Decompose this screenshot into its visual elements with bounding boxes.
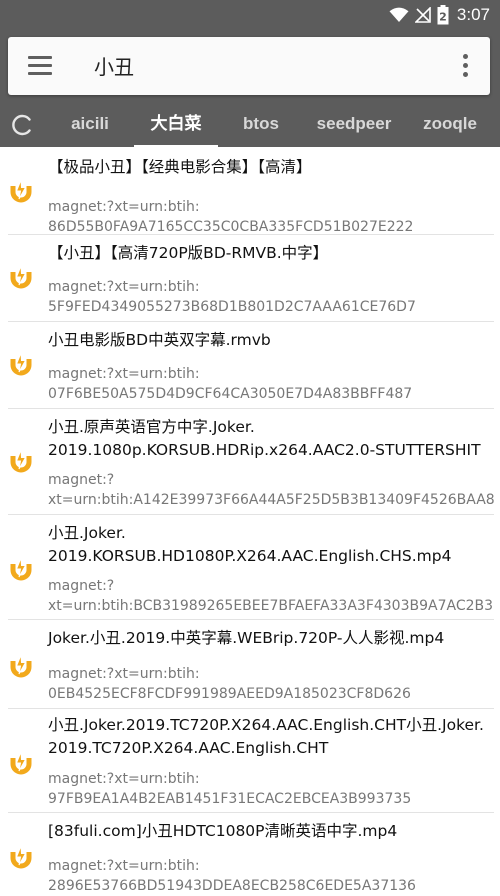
tab-aicili[interactable]: aicili — [60, 105, 120, 145]
magnet-link[interactable]: magnet:?xt=urn:btih: 07F6BE50A575D4D9CF6… — [48, 364, 496, 404]
magnet-link[interactable]: magnet:?xt=urn:btih: 2896E53766BD51943DD… — [48, 856, 496, 896]
result-title: 【小丑】【高清720P版BD-RMVB.中字】 — [48, 244, 329, 262]
battery-level-text: 2 — [439, 11, 447, 24]
magnet-link[interactable]: magnet:?xt=urn:btih: 97FB9EA1A4B2EAB1451… — [48, 769, 496, 809]
magnet-icon — [10, 352, 32, 376]
magnet-icon — [10, 265, 32, 289]
divider — [8, 812, 494, 813]
search-box[interactable]: 小丑 — [8, 37, 490, 95]
search-query[interactable]: 小丑 — [94, 51, 134, 80]
magnet-icon — [10, 449, 32, 473]
magnet-icon — [10, 654, 32, 678]
status-bar: 2 3:07 — [0, 0, 500, 30]
tab-dabaicai[interactable]: 大白菜 — [134, 105, 218, 145]
no-signal-icon — [414, 7, 431, 23]
active-tab-indicator — [134, 145, 218, 148]
result-title: Joker.小丑.2019.中英字幕.WEBrip.720P-人人影视.mp4 — [48, 629, 445, 647]
battery-icon: 2 — [437, 5, 449, 25]
result-title: 小丑.Joker. 2019.KORSUB.HD1080P.X264.AAC.E… — [48, 524, 452, 565]
divider — [8, 708, 494, 709]
magnet-link[interactable]: magnet:? xt=urn:btih:BCB31989265EBEE7BFA… — [48, 576, 496, 616]
app-bar: 小丑 — [0, 30, 500, 105]
magnet-icon — [10, 557, 32, 581]
magnet-link[interactable]: magnet:? xt=urn:btih:A142E39973F66A44A5F… — [48, 470, 496, 510]
clock: 3:07 — [456, 5, 490, 24]
result-title: 小丑电影版BD中英双字幕.rmvb — [48, 331, 271, 349]
refresh-icon[interactable] — [10, 113, 34, 137]
magnet-icon — [10, 179, 32, 203]
magnet-icon — [10, 845, 32, 869]
hamburger-menu-icon[interactable] — [28, 56, 54, 76]
divider — [8, 321, 494, 322]
more-vert-icon[interactable] — [462, 54, 468, 78]
magnet-link[interactable]: magnet:?xt=urn:btih: 86D55B0FA9A7165CC35… — [48, 197, 496, 237]
divider — [8, 619, 494, 620]
tab-zooqle[interactable]: zooqle — [412, 105, 488, 145]
result-title: 小丑.Joker.2019.TC720P.X264.AAC.English.CH… — [48, 716, 484, 757]
status-icons: 2 3:07 — [389, 4, 490, 26]
magnet-link[interactable]: magnet:?xt=urn:btih: 5F9FED4349055273B68… — [48, 277, 496, 317]
result-title: 【极品小丑】【经典电影合集】【高清】 — [48, 158, 312, 176]
divider — [8, 408, 494, 409]
source-tabs: aicili 大白菜 btos seedpeer zooqle — [0, 105, 500, 147]
magnet-link[interactable]: magnet:?xt=urn:btih: 0EB4525ECF8FCDF9919… — [48, 664, 496, 704]
magnet-icon — [10, 751, 32, 775]
tab-btos[interactable]: btos — [232, 105, 290, 145]
wifi-icon — [389, 7, 409, 22]
divider — [8, 234, 494, 235]
tab-seedpeer[interactable]: seedpeer — [308, 105, 400, 145]
result-title: 小丑.原声英语官方中字.Joker. 2019.1080p.KORSUB.HDR… — [48, 418, 481, 459]
divider — [8, 514, 494, 515]
result-title: [83fuli.com]小丑HDTC1080P清晰英语中字.mp4 — [48, 822, 398, 840]
